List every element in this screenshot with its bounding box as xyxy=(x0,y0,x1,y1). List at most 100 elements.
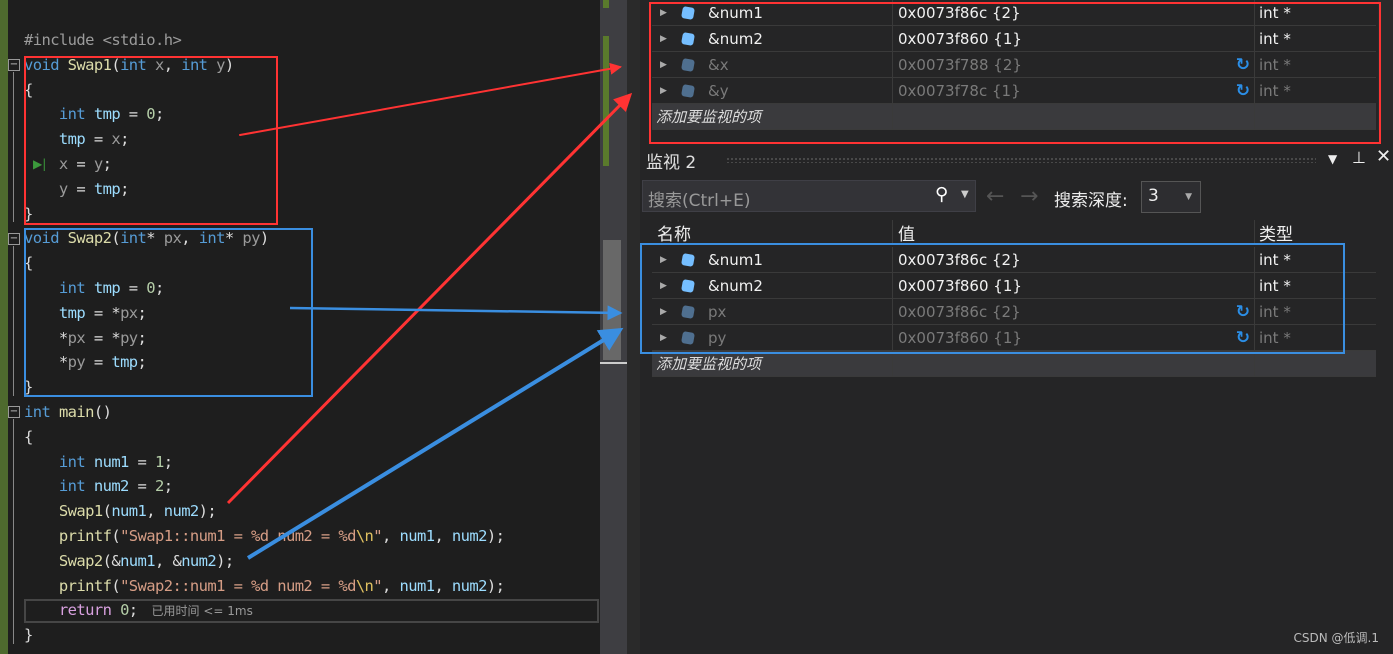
code-line[interactable]: *px = *py; xyxy=(24,326,147,351)
watch-value[interactable]: 0x0073f78c {1} xyxy=(898,82,1021,100)
add-watch-item[interactable]: 添加要监视的项 xyxy=(652,351,1376,377)
watch-name[interactable]: &num2 xyxy=(708,273,763,299)
expand-icon[interactable]: ▶ xyxy=(660,52,667,78)
refresh-icon[interactable]: ↻ xyxy=(1236,78,1250,104)
code-line[interactable]: Swap2(&num1, &num2); xyxy=(24,549,234,574)
code-line[interactable]: tmp = *px; xyxy=(24,301,147,326)
expand-icon[interactable]: ▶ xyxy=(660,26,667,52)
code-token: = * xyxy=(85,303,121,322)
code-line[interactable]: int num1 = 1; xyxy=(24,450,173,475)
code-line[interactable]: { xyxy=(24,425,33,450)
code-line[interactable]: { xyxy=(24,251,33,276)
watch-value[interactable]: 0x0073f86c {2} xyxy=(898,303,1021,321)
column-header-name[interactable]: 名称 xyxy=(652,220,893,245)
refresh-icon[interactable]: ↻ xyxy=(1236,52,1250,78)
code-token: , xyxy=(382,576,400,595)
code-line[interactable]: int num2 = 2; xyxy=(24,474,173,499)
code-token: int xyxy=(198,229,226,248)
watch-value[interactable]: 0x0073f86c {2} xyxy=(898,251,1021,269)
watch-row[interactable]: ▶ &x 0x0073f788 {2} ↻ int * xyxy=(652,52,1376,78)
code-line[interactable]: int main() xyxy=(24,400,112,425)
code-token: * xyxy=(24,353,68,372)
watch-value[interactable]: 0x0073f860 {1} xyxy=(898,277,1022,295)
code-line[interactable]: *py = tmp; xyxy=(24,350,147,375)
watch-row[interactable]: ▶ &num2 0x0073f860 {1} int * xyxy=(652,273,1376,299)
code-token: ; xyxy=(120,179,129,198)
code-token: num1 xyxy=(93,452,130,471)
fold-toggle-swap2[interactable]: − xyxy=(8,233,20,245)
code-line[interactable]: printf("Swap1::num1 = %d num2 = %d\n", n… xyxy=(24,524,505,549)
watch-row[interactable]: ▶ &y 0x0073f78c {1} ↻ int * xyxy=(652,78,1376,104)
code-token: ; xyxy=(120,130,129,149)
expand-icon[interactable]: ▶ xyxy=(660,273,667,299)
expand-icon[interactable]: ▶ xyxy=(660,299,667,325)
code-line[interactable]: Swap1(num1, num2); xyxy=(24,499,217,524)
scrollbar-thumb[interactable] xyxy=(603,240,621,360)
expand-icon[interactable]: ▶ xyxy=(660,0,667,26)
code-token: y xyxy=(24,179,68,198)
search-forward-arrow-icon[interactable]: → xyxy=(1020,184,1038,209)
watch-row[interactable]: ▶ px 0x0073f86c {2} ↻ int * xyxy=(652,299,1376,325)
fold-toggle-main[interactable]: − xyxy=(8,406,20,418)
code-token: tmp xyxy=(24,303,86,322)
code-token: px xyxy=(163,229,182,248)
code-token: , xyxy=(382,527,400,545)
watch-row[interactable]: ▶ &num1 0x0073f86c {2} int * xyxy=(652,0,1376,26)
code-line[interactable]: void Swap1(int x, int y) xyxy=(24,53,234,78)
expand-icon[interactable]: ▶ xyxy=(660,78,667,104)
refresh-icon[interactable]: ↻ xyxy=(1236,325,1250,351)
expand-icon[interactable]: ▶ xyxy=(660,247,667,273)
search-icon[interactable]: ⚲ xyxy=(935,184,948,205)
watch1-scrollbar[interactable] xyxy=(1378,0,1393,130)
watch-name[interactable]: &num2 xyxy=(708,26,763,52)
watch-name[interactable]: &num1 xyxy=(708,247,763,273)
watch-name[interactable]: &y xyxy=(708,78,729,104)
watch-name[interactable]: py xyxy=(708,325,726,351)
column-header-type[interactable]: 类型 xyxy=(1255,220,1376,245)
code-token: num2 xyxy=(163,502,200,521)
watch-row[interactable]: ▶ &num2 0x0073f860 {1} int * xyxy=(652,26,1376,52)
code-token: num1 xyxy=(399,527,436,545)
fold-toggle-swap1[interactable]: − xyxy=(8,59,20,71)
code-line[interactable]: tmp = x; xyxy=(24,127,129,152)
watch-value[interactable]: 0x0073f860 {1} xyxy=(898,329,1022,347)
close-icon[interactable]: ✕ xyxy=(1376,146,1391,167)
code-line[interactable]: } xyxy=(24,623,33,648)
add-watch-label[interactable]: 添加要监视的项 xyxy=(652,104,893,130)
code-token: void xyxy=(24,55,68,74)
add-watch-item[interactable]: 添加要监视的项 xyxy=(652,104,1376,130)
code-token: * xyxy=(24,328,68,347)
code-editor[interactable]: #include <stdio.h> void Swap1(int x, int … xyxy=(0,0,600,654)
watch-search-input[interactable]: 搜索(Ctrl+E) ⚲ ▼ xyxy=(642,180,976,212)
watch-value[interactable]: 0x0073f788 {2} xyxy=(898,56,1022,74)
code-line[interactable]: { xyxy=(24,78,33,103)
editor-scrollbar[interactable] xyxy=(600,0,640,654)
column-header-value[interactable]: 值 xyxy=(893,220,1255,245)
watch-name[interactable]: &x xyxy=(708,52,729,78)
expand-icon[interactable]: ▶ xyxy=(660,325,667,351)
code-line[interactable]: y = tmp; xyxy=(24,177,129,202)
code-line[interactable]: } xyxy=(24,375,33,400)
watch-row[interactable]: ▶ py 0x0073f860 {1} ↻ int * xyxy=(652,325,1376,351)
code-line[interactable]: printf("Swap2::num1 = %d num2 = %d\n", n… xyxy=(24,574,505,599)
code-line[interactable]: int tmp = 0; xyxy=(24,276,164,301)
pin-icon[interactable]: ⊥ xyxy=(1352,148,1366,167)
refresh-icon[interactable]: ↻ xyxy=(1236,299,1250,325)
search-options-dropdown-icon[interactable]: ▼ xyxy=(961,189,969,200)
code-line[interactable]: int tmp = 0; xyxy=(24,102,164,127)
panel-grip[interactable] xyxy=(726,157,1316,163)
watch-value[interactable]: 0x0073f86c {2} xyxy=(898,4,1021,22)
add-watch-label[interactable]: 添加要监视的项 xyxy=(652,351,893,377)
code-line[interactable]: #include <stdio.h> xyxy=(24,28,182,53)
watch-type: int * xyxy=(1259,277,1291,295)
code-line[interactable]: } xyxy=(24,202,33,227)
dropdown-icon[interactable]: ▼ xyxy=(1328,152,1337,166)
code-token: ; xyxy=(137,353,147,372)
search-depth-select[interactable]: 3 ▼ xyxy=(1141,181,1201,213)
watch-name[interactable]: &num1 xyxy=(708,0,763,26)
watch-row[interactable]: ▶ &num1 0x0073f86c {2} int * xyxy=(652,247,1376,273)
watch-value[interactable]: 0x0073f860 {1} xyxy=(898,30,1022,48)
search-back-arrow-icon[interactable]: ← xyxy=(986,184,1004,209)
code-line[interactable]: void Swap2(int* px, int* py) xyxy=(24,226,269,251)
watch-name[interactable]: px xyxy=(708,299,726,325)
